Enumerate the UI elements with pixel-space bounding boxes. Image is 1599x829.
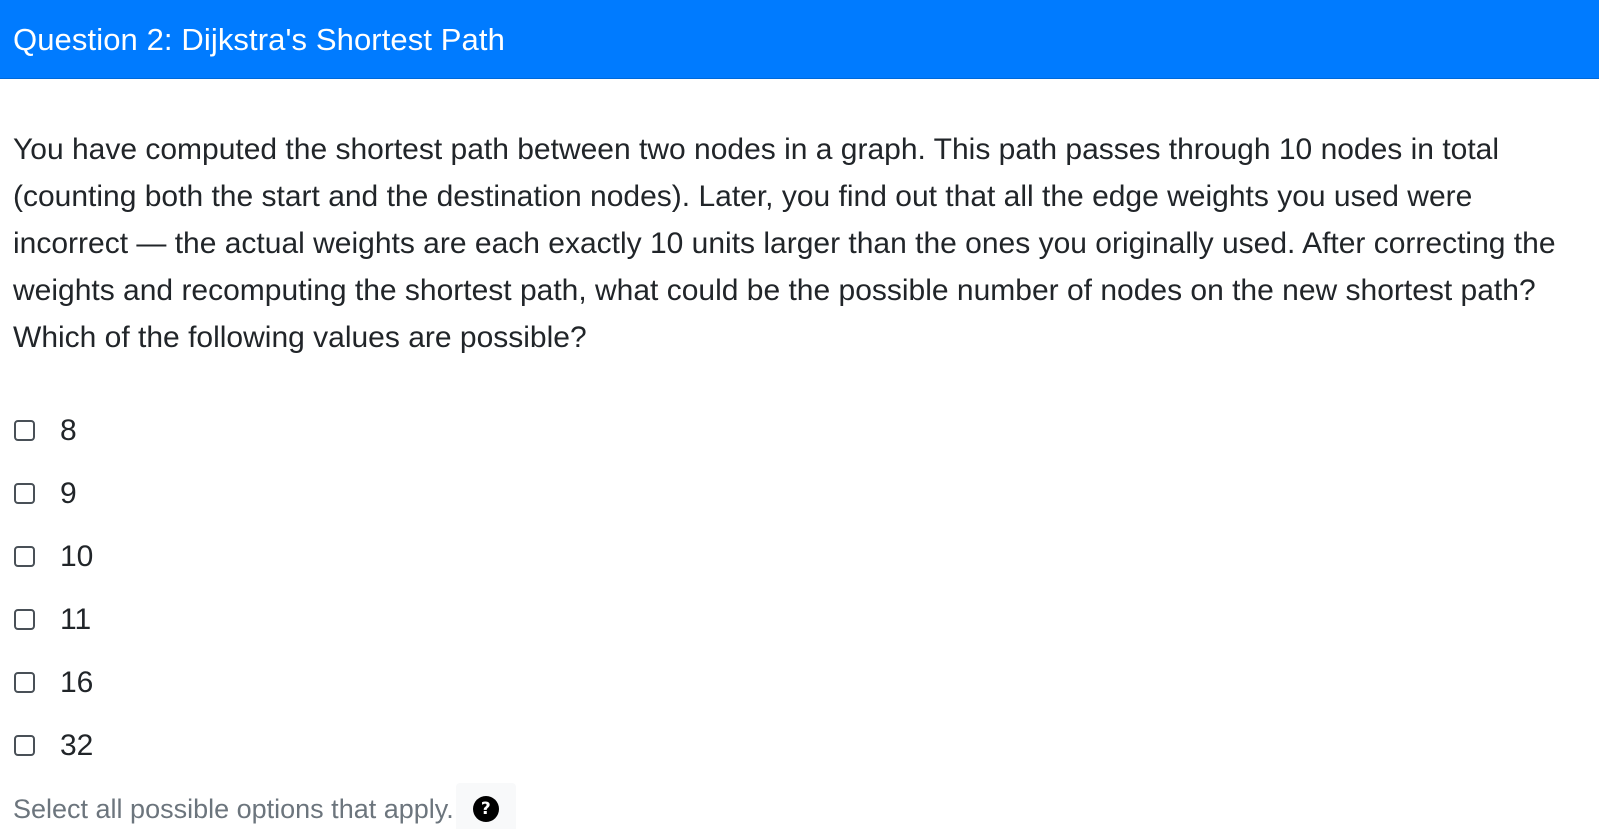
option-label: 16 — [60, 665, 94, 699]
option-checkbox[interactable] — [14, 546, 35, 567]
option-checkbox[interactable] — [14, 609, 35, 630]
question-card: Question 2: Dijkstra's Shortest Path You… — [0, 0, 1599, 829]
option-checkbox[interactable] — [14, 672, 35, 693]
option-item[interactable]: 8 — [13, 399, 1586, 462]
question-header: Question 2: Dijkstra's Shortest Path — [0, 0, 1599, 79]
option-item[interactable]: 11 — [13, 588, 1586, 651]
option-item[interactable]: 16 — [13, 651, 1586, 714]
help-text: Select all possible options that apply. — [13, 793, 454, 824]
option-checkbox[interactable] — [14, 735, 35, 756]
question-text: You have computed the shortest path betw… — [13, 133, 1556, 354]
question-body: You have computed the shortest path betw… — [0, 126, 1599, 829]
help-row: Select all possible options that apply. … — [13, 779, 1586, 829]
help-button[interactable]: ? — [455, 783, 516, 829]
option-item[interactable]: 10 — [13, 525, 1586, 588]
answer-options: 8 9 10 11 16 32 — [13, 399, 1586, 777]
option-checkbox[interactable] — [14, 420, 35, 441]
option-label: 10 — [60, 539, 94, 573]
option-label: 8 — [60, 413, 77, 447]
question-title: Question 2: Dijkstra's Shortest Path — [13, 21, 505, 57]
option-item[interactable]: 32 — [13, 714, 1586, 777]
question-circle-icon: ? — [472, 796, 499, 822]
option-label: 32 — [60, 728, 94, 762]
option-label: 11 — [60, 602, 92, 636]
option-checkbox[interactable] — [14, 483, 35, 504]
option-label: 9 — [60, 476, 77, 510]
option-item[interactable]: 9 — [13, 462, 1586, 525]
